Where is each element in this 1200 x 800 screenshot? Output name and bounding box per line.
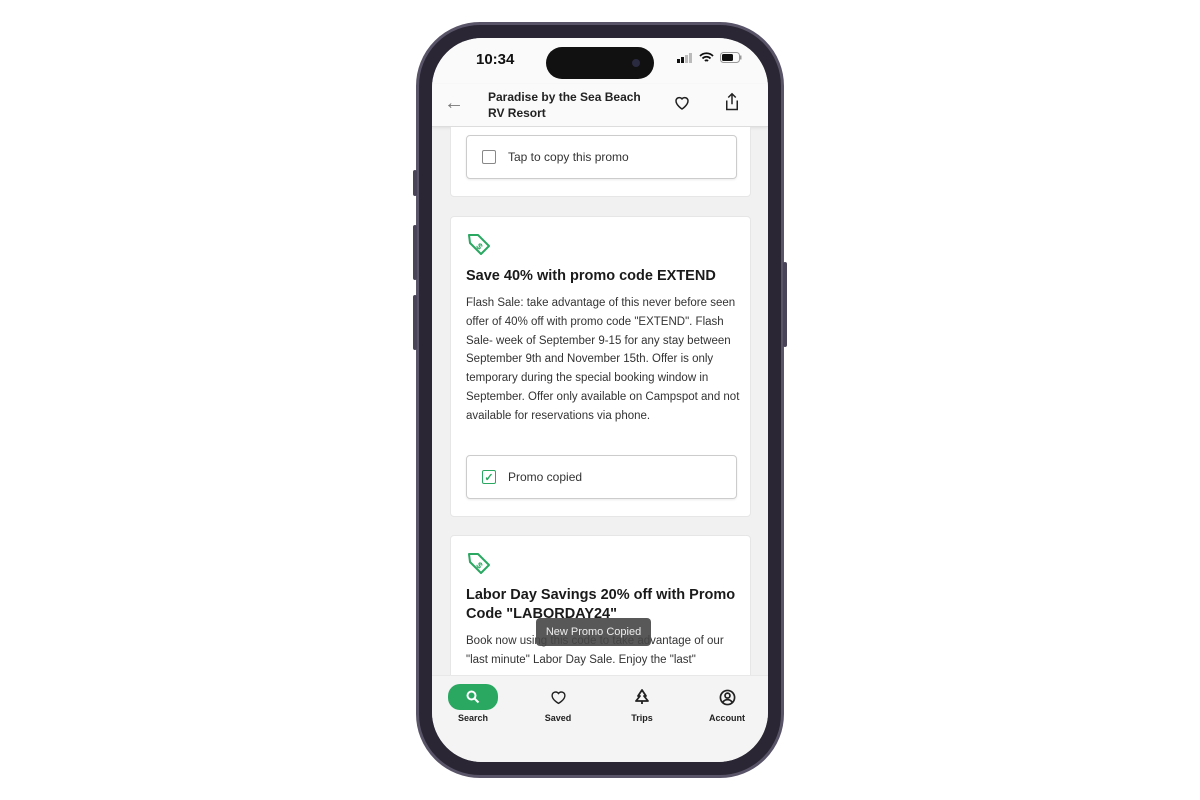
wifi-icon <box>699 52 714 62</box>
nav-search[interactable]: Search <box>438 684 508 723</box>
action-button <box>413 170 417 196</box>
page-title: Paradise by the Sea Beach RV Resort <box>488 90 641 120</box>
screen: 10:34 ← Paradise by the Sea Beach RV Res… <box>432 38 768 762</box>
account-icon <box>719 689 735 705</box>
nav-account[interactable]: Account <box>692 684 762 723</box>
status-time: 10:34 <box>476 51 515 68</box>
dynamic-island <box>546 47 654 79</box>
copy-label: Promo copied <box>508 470 583 484</box>
svg-text:$: $ <box>474 241 485 252</box>
nav-label: Search <box>457 713 489 723</box>
promo-card: $ Labor Day Savings 20% off with Promo C… <box>450 535 751 675</box>
nav-label: Account <box>709 713 745 723</box>
search-icon <box>466 690 480 704</box>
bottom-nav: Search Saved Trips Account <box>432 675 768 762</box>
copy-promo-button[interactable]: Tap to copy this promo <box>466 135 737 179</box>
share-icon[interactable] <box>723 92 741 112</box>
checkbox-checked-icon: ✓ <box>482 470 496 484</box>
nav-label: Trips <box>631 713 653 723</box>
volume-down-button <box>413 295 417 350</box>
copy-promo-button[interactable]: ✓ Promo copied <box>466 455 737 499</box>
signal-icon <box>677 52 692 63</box>
nav-saved[interactable]: Saved <box>523 684 593 723</box>
back-arrow-icon[interactable]: ← <box>444 92 464 115</box>
tree-icon <box>635 689 649 704</box>
status-bar: 10:34 <box>432 38 768 84</box>
promo-card: $ Save 40% with promo code EXTEND Flash … <box>450 216 751 517</box>
nav-trips[interactable]: Trips <box>607 684 677 723</box>
checkbox-icon <box>482 150 496 164</box>
promo-description: Flash Sale: take advantage of this never… <box>466 297 740 422</box>
power-button <box>783 262 787 347</box>
nav-label: Saved <box>544 713 572 723</box>
battery-icon <box>720 52 742 63</box>
promo-list: Tap to copy this promo $ Save 40% with p… <box>432 127 768 675</box>
price-tag-icon: $ <box>468 553 490 574</box>
promo-card: Tap to copy this promo <box>450 127 751 197</box>
svg-text:$: $ <box>474 560 485 571</box>
toast-message: New Promo Copied <box>536 618 651 646</box>
app-header: ← Paradise by the Sea Beach RV Resort <box>432 84 768 127</box>
copy-label: Tap to copy this promo <box>508 150 629 164</box>
volume-up-button <box>413 225 417 280</box>
heart-icon <box>550 691 566 705</box>
promo-title: Save 40% with promo code EXTEND <box>466 268 716 284</box>
heart-icon[interactable] <box>673 94 691 112</box>
price-tag-icon: $ <box>468 234 490 255</box>
